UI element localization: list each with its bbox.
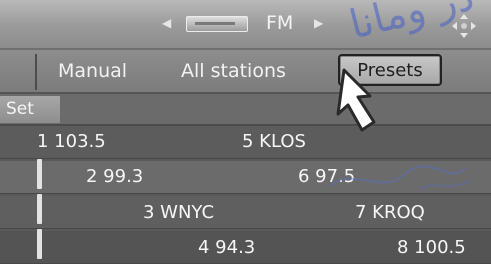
preset-5[interactable]: 5 KLOS [242,131,306,152]
menu-manual[interactable]: Manual [58,60,127,82]
title-bar: ◀ FM ▶ [0,0,491,50]
dpad-icon [452,14,476,38]
set-bar [0,94,491,126]
preset-4[interactable]: 4 94.3 [198,237,255,258]
preset-row [0,161,491,194]
preset-3[interactable]: 3 WNYC [143,202,214,223]
hand-pointer-icon [336,68,376,132]
preset-1[interactable]: 1 103.5 [37,131,106,152]
preset-2[interactable]: 2 99.3 [86,166,143,187]
menu-divider [35,54,37,90]
scroll-marker [37,159,42,189]
set-button[interactable]: Set [0,96,60,123]
preset-7[interactable]: 7 KROQ [355,202,425,223]
menu-all-stations[interactable]: All stations [181,60,286,82]
band-label: FM [266,12,294,34]
radio-screen: ◀ FM ▶ ﺩﺭ ﻭﻣﺎﻧﺎ Manual All stations Pres… [0,0,491,264]
preset-6[interactable]: 6 97.5 [298,166,355,187]
left-arrow-icon[interactable]: ◀ [162,16,171,30]
scroll-marker [37,194,42,224]
right-arrow-icon[interactable]: ▶ [314,16,323,30]
radio-logo-icon [186,16,248,32]
preset-8[interactable]: 8 100.5 [397,237,466,258]
scroll-marker [37,229,42,259]
